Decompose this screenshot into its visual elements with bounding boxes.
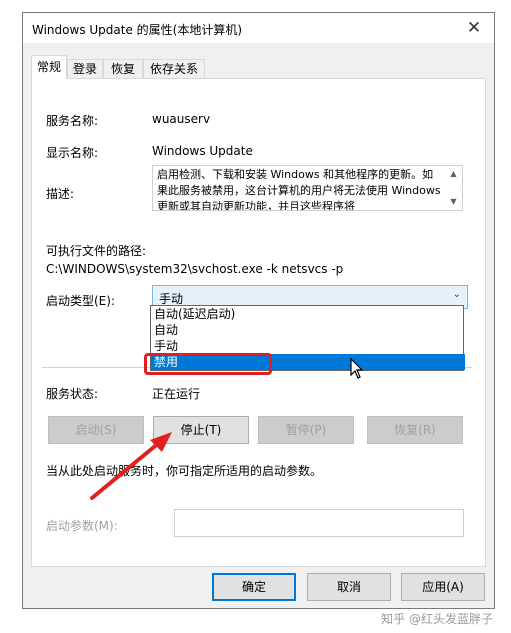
window-title: Windows Update 的属性(本地计算机) bbox=[32, 23, 243, 37]
start-button[interactable]: 启动(S) bbox=[48, 416, 144, 444]
stop-button[interactable]: 停止(T) bbox=[153, 416, 249, 444]
tab-general[interactable]: 常规 bbox=[31, 55, 67, 79]
annotation-highlight-box bbox=[144, 353, 272, 375]
close-icon[interactable]: ✕ bbox=[454, 13, 494, 43]
option-auto-delayed[interactable]: 自动(延迟启动) bbox=[151, 306, 465, 322]
start-params-input[interactable] bbox=[174, 509, 464, 537]
tab-recovery[interactable]: 恢复 bbox=[103, 59, 143, 79]
mouse-cursor-icon bbox=[350, 358, 364, 379]
startup-type-label: 启动类型(E): bbox=[46, 294, 115, 308]
description-text: 启用检测、下载和安装 Windows 和其他程序的更新。如果此服务被禁用，这台计… bbox=[157, 168, 441, 211]
scroll-down-icon[interactable]: ▼ bbox=[445, 194, 462, 210]
tab-logon[interactable]: 登录 bbox=[67, 59, 103, 79]
title-bar[interactable]: Windows Update 的属性(本地计算机) ✕ bbox=[23, 13, 494, 43]
apply-button[interactable]: 应用(A) bbox=[401, 573, 485, 601]
service-name-value: wuauserv bbox=[152, 112, 211, 126]
service-status-value: 正在运行 bbox=[152, 387, 201, 401]
exe-path-label: 可执行文件的路径: bbox=[46, 244, 147, 258]
pause-button[interactable]: 暂停(P) bbox=[258, 416, 354, 444]
display-name-label: 显示名称: bbox=[46, 146, 99, 160]
exe-path-value: C:\WINDOWS\system32\svchost.exe -k netsv… bbox=[46, 262, 344, 276]
ok-button[interactable]: 确定 bbox=[212, 573, 296, 601]
description-box[interactable]: 启用检测、下载和安装 Windows 和其他程序的更新。如果此服务被禁用，这台计… bbox=[152, 165, 463, 211]
start-params-label: 启动参数(M): bbox=[46, 519, 118, 533]
description-scrollbar[interactable]: ▲ ▼ bbox=[445, 166, 462, 210]
tab-dependencies[interactable]: 依存关系 bbox=[143, 59, 205, 79]
chevron-down-icon[interactable]: ⌄ bbox=[453, 289, 461, 300]
scroll-up-icon[interactable]: ▲ bbox=[445, 166, 462, 182]
option-manual[interactable]: 手动 bbox=[151, 338, 465, 354]
service-status-label: 服务状态: bbox=[46, 387, 99, 401]
cancel-button[interactable]: 取消 bbox=[307, 573, 391, 601]
option-auto[interactable]: 自动 bbox=[151, 322, 465, 338]
watermark: 知乎 @红头发蓝胖子 bbox=[381, 612, 493, 626]
display-name-value: Windows Update bbox=[152, 144, 253, 158]
hint-text: 当从此处启动服务时，你可指定所适用的启动参数。 bbox=[46, 464, 323, 478]
resume-button[interactable]: 恢复(R) bbox=[367, 416, 463, 444]
description-label: 描述: bbox=[46, 187, 75, 201]
service-name-label: 服务名称: bbox=[46, 114, 99, 128]
